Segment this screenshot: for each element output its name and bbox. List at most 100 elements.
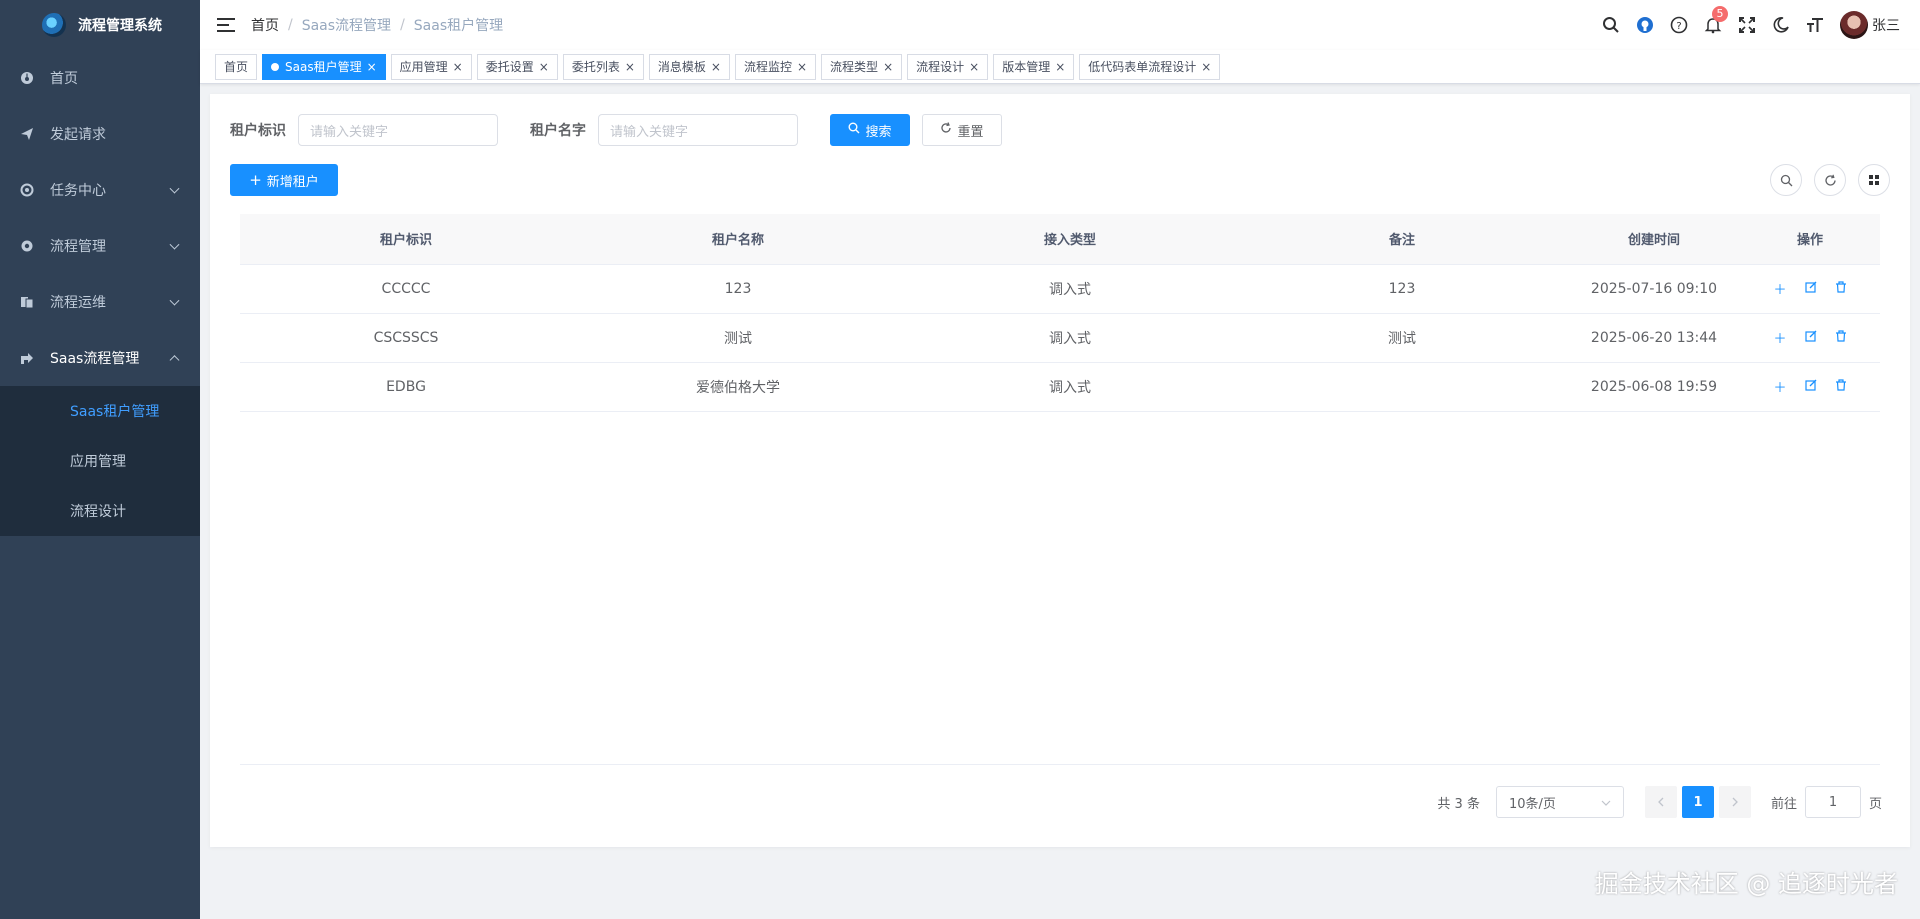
main-content: 租户标识 请输入关键字 租户名字 请输入关键字 搜索 重置 + 新增租户 租户标… (210, 94, 1910, 847)
refresh-icon (940, 122, 952, 138)
delete-icon[interactable] (1835, 280, 1847, 297)
cell-actions: ＋ (1740, 313, 1880, 363)
add-tenant-button[interactable]: + 新增租户 (230, 164, 338, 196)
close-icon[interactable]: × (711, 60, 721, 74)
close-icon[interactable]: × (539, 60, 549, 74)
page-number-active[interactable]: 1 (1681, 786, 1714, 818)
active-dot-icon (271, 62, 280, 71)
tag-process-type[interactable]: 流程类型 × (821, 53, 903, 80)
cell-tenant-id: CCCCC (240, 264, 572, 314)
page-size-select[interactable]: 10条/页 (1495, 786, 1624, 818)
tag-saas-tenant[interactable]: Saas租户管理 × (262, 53, 386, 80)
cell-created-time: 2025-07-16 09:10 (1568, 264, 1740, 314)
sidebar-item-saas-process[interactable]: Saas流程管理 (0, 330, 200, 386)
column-header: 接入类型 (904, 214, 1236, 265)
tenant-name-placeholder: 请输入关键字 (610, 124, 689, 140)
help-icon[interactable]: ? (1662, 0, 1696, 50)
cell-actions: ＋ (1740, 362, 1880, 412)
tag-app-management[interactable]: 应用管理 × (390, 53, 472, 80)
sidebar-subitem-process-design[interactable]: 流程设计 (0, 486, 200, 536)
add-icon[interactable]: ＋ (1773, 279, 1786, 298)
tag-label: 消息模板 (657, 60, 706, 74)
tag-delegation-settings[interactable]: 委托设置 × (476, 53, 558, 80)
sidebar-item-process-management[interactable]: 流程管理 (0, 218, 200, 274)
tag-label: 低代码表单流程设计 (1088, 60, 1197, 74)
share-icon (20, 351, 34, 365)
app-title: 流程管理系统 (78, 18, 162, 34)
tenant-name-input[interactable]: 请输入关键字 (598, 114, 798, 146)
goto-suffix: 页 (1868, 796, 1882, 812)
tag-lowcode-form-design[interactable]: 低代码表单流程设计 × (1079, 53, 1221, 80)
search-button[interactable]: 搜索 (830, 114, 910, 146)
dark-mode-icon[interactable] (1764, 0, 1798, 50)
sidebar-item-label: 流程管理 (50, 239, 106, 255)
fullscreen-icon[interactable] (1730, 0, 1764, 50)
sidebar-item-task-center[interactable]: 任务中心 (0, 162, 200, 218)
github-icon[interactable] (1628, 0, 1662, 50)
tag-home[interactable]: 首页 (215, 53, 258, 80)
saas-submenu: Saas租户管理 应用管理 流程设计 (0, 386, 200, 536)
close-icon[interactable]: × (797, 60, 807, 74)
sidebar-item-process-ops[interactable]: 流程运维 (0, 274, 200, 330)
app-logo[interactable]: 流程管理系统 (0, 0, 200, 50)
refresh-icon[interactable] (1814, 164, 1846, 196)
table-row: CSCSSCS 测试 调入式 测试 2025-06-20 13:44 ＋ (240, 313, 1880, 363)
tag-label: 委托设置 (485, 60, 534, 74)
prev-page-button[interactable] (1644, 786, 1677, 818)
add-icon[interactable]: ＋ (1773, 328, 1786, 347)
columns-grid-icon[interactable] (1858, 164, 1890, 196)
column-header: 租户标识 (240, 214, 572, 265)
next-page-button[interactable] (1718, 786, 1751, 818)
reset-button[interactable]: 重置 (922, 114, 1002, 146)
close-icon[interactable]: × (625, 60, 635, 74)
close-icon[interactable]: × (969, 60, 979, 74)
add-icon[interactable]: ＋ (1773, 377, 1786, 396)
column-header: 租户名称 (572, 214, 904, 265)
cell-access-type: 调入式 (904, 362, 1236, 412)
tag-message-template[interactable]: 消息模板 × (648, 53, 730, 80)
tag-version-management[interactable]: 版本管理 × (993, 53, 1075, 80)
tag-process-monitor[interactable]: 流程监控 × (734, 53, 817, 80)
sidebar-subitem-app-management[interactable]: 应用管理 (0, 436, 200, 486)
dashboard-icon (20, 71, 34, 85)
close-icon[interactable]: × (1055, 60, 1065, 74)
sidebar-item-label: 任务中心 (50, 183, 106, 199)
sidebar-item-start-request[interactable]: 发起请求 (0, 106, 200, 162)
delete-icon[interactable] (1835, 329, 1847, 346)
tag-delegation-list[interactable]: 委托列表 × (562, 53, 644, 80)
search-icon[interactable] (1594, 0, 1628, 50)
tenant-name-label: 租户名字 (530, 123, 586, 139)
font-size-icon[interactable] (1798, 0, 1832, 50)
column-header: 操作 (1740, 214, 1880, 265)
search-icon (848, 122, 860, 138)
sidebar-subitem-saas-tenant[interactable]: Saas租户管理 (0, 386, 200, 436)
delete-icon[interactable] (1835, 378, 1847, 395)
tenant-id-input[interactable]: 请输入关键字 (298, 114, 498, 146)
toggle-search-icon[interactable] (1770, 164, 1802, 196)
target-icon (20, 183, 34, 197)
cell-remark: 123 (1236, 264, 1568, 314)
close-icon[interactable]: × (1201, 60, 1211, 74)
sidebar-item-home[interactable]: 首页 (0, 50, 200, 106)
add-tenant-button-label: 新增租户 (266, 174, 319, 190)
notification-bell-icon[interactable]: 5 (1696, 0, 1730, 50)
tag-label: 流程类型 (830, 60, 879, 74)
close-icon[interactable]: × (453, 60, 463, 74)
goto-page-input[interactable]: 1 (1804, 786, 1861, 818)
column-header: 备注 (1236, 214, 1568, 265)
breadcrumb-item: Saas流程管理 (301, 18, 392, 34)
close-icon[interactable]: × (883, 60, 893, 74)
user-menu[interactable]: 张三 (1840, 11, 1900, 39)
tenant-id-placeholder: 请输入关键字 (310, 124, 389, 140)
edit-icon[interactable] (1804, 379, 1817, 395)
table-header-row: 租户标识 租户名称 接入类型 备注 创建时间 操作 (240, 214, 1880, 265)
navbar-tools: ? 5 张三 (1594, 0, 1920, 50)
tag-process-design[interactable]: 流程设计 × (907, 53, 989, 80)
edit-icon[interactable] (1804, 330, 1817, 346)
close-icon[interactable]: × (367, 60, 377, 74)
breadcrumb-separator: / (400, 17, 405, 33)
breadcrumb-item[interactable]: 首页 (251, 15, 279, 35)
menu-toggle-icon[interactable] (217, 18, 235, 32)
edit-icon[interactable] (1804, 281, 1817, 297)
sidebar-subitem-label: Saas租户管理 (70, 404, 160, 420)
